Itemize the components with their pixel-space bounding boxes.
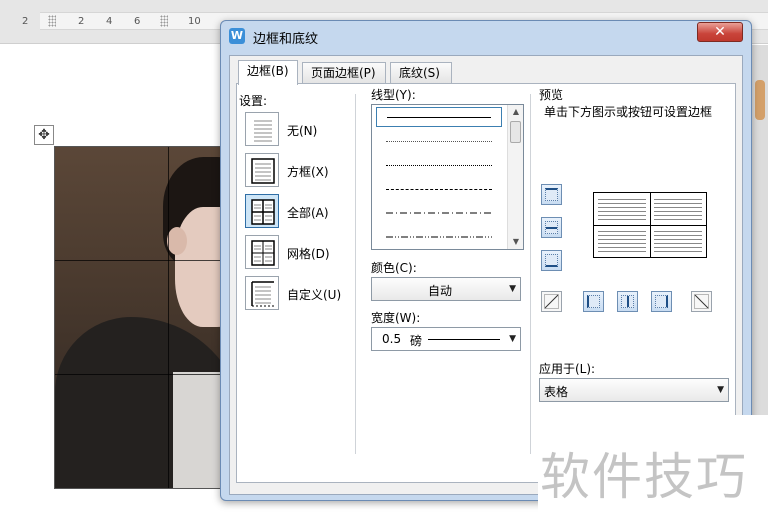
line-option-dash-dot-dot[interactable] <box>376 228 502 248</box>
setting-label: 方框(X) <box>287 165 329 179</box>
scroll-up-icon[interactable]: ▲ <box>508 105 523 119</box>
right-border-icon <box>655 295 668 308</box>
ruler-number: 2 <box>22 16 29 27</box>
diagonal-down-button[interactable] <box>541 291 562 312</box>
right-border-button[interactable] <box>651 291 672 312</box>
preview-label: 预览 <box>539 88 564 102</box>
wps-app-icon: W <box>229 28 245 44</box>
ruler-number: 10 <box>188 16 201 27</box>
line-option-dash-dot[interactable] <box>376 204 502 224</box>
custom-border-icon <box>245 276 279 310</box>
all-borders-icon <box>245 194 279 228</box>
preview-text-lines <box>654 231 702 253</box>
tab-shading[interactable]: 底纹(S) <box>390 62 452 84</box>
ruler-number: 2 <box>78 16 85 27</box>
setting-custom[interactable]: 自定义(U) <box>245 276 350 312</box>
diagonal-down-icon <box>694 294 709 309</box>
setting-label: 全部(A) <box>287 206 329 220</box>
chevron-down-icon: ▼ <box>509 334 516 344</box>
scroll-thumb[interactable] <box>510 121 521 143</box>
width-dropdown[interactable]: 0.5 磅 ▼ <box>371 327 521 351</box>
dialog-titlebar[interactable]: W 边框和底纹 ✕ <box>221 21 751 51</box>
top-border-icon <box>545 188 558 201</box>
preview-text-lines <box>598 199 646 221</box>
setting-grid[interactable]: 网格(D) <box>245 235 350 271</box>
inside-horizontal-border-button[interactable] <box>541 217 562 238</box>
column-divider <box>530 94 531 454</box>
table-gridline <box>55 374 223 375</box>
line-option-dotted-fine[interactable] <box>376 132 502 152</box>
line-style-label: 线型(Y): <box>371 88 416 102</box>
setting-label: 无(N) <box>287 124 318 138</box>
apply-to-value: 表格 <box>544 385 569 399</box>
apply-to-dropdown[interactable]: 表格 ▼ <box>539 378 729 402</box>
photo-shirt-shape <box>173 372 223 488</box>
line-option-solid[interactable] <box>376 107 502 127</box>
setting-none[interactable]: 无(N) <box>245 112 350 148</box>
tab-borders[interactable]: 边框(B) <box>238 60 298 85</box>
box-border-icon <box>245 153 279 187</box>
scroll-down-icon[interactable]: ▼ <box>508 235 523 249</box>
table-move-handle-icon[interactable]: ✥ <box>34 125 54 145</box>
column-divider <box>355 94 356 454</box>
photo-ear-shape <box>167 227 187 255</box>
preview-horizontal-line <box>594 225 706 226</box>
setting-box[interactable]: 方框(X) <box>245 153 350 189</box>
border-preview[interactable] <box>593 192 707 258</box>
chevron-down-icon: ▼ <box>509 284 516 294</box>
width-unit: 磅 <box>410 334 423 348</box>
tab-page-border[interactable]: 页面边框(P) <box>302 62 386 84</box>
scroll-thumb[interactable] <box>755 80 765 120</box>
dialog-title: 边框和底纹 <box>253 32 319 47</box>
width-label: 宽度(W): <box>371 311 421 325</box>
setting-label: 自定义(U) <box>287 288 342 302</box>
left-border-icon <box>587 295 600 308</box>
diagonal-up-icon <box>544 294 559 309</box>
inside-horizontal-border-icon <box>545 221 558 234</box>
grid-border-icon <box>245 235 279 269</box>
apply-to-label: 应用于(L): <box>539 362 596 376</box>
setting-label: 网格(D) <box>287 247 330 261</box>
width-value: 0.5 <box>382 332 402 346</box>
line-option-dotted[interactable] <box>376 156 502 176</box>
top-border-button[interactable] <box>541 184 562 205</box>
bottom-border-icon <box>545 254 558 267</box>
preview-text-lines <box>654 199 702 221</box>
line-style-list[interactable]: ▲ ▼ <box>371 104 524 250</box>
settings-label: 设置: <box>239 94 268 108</box>
ruler-grip-icon[interactable] <box>160 15 168 27</box>
preview-text-lines <box>598 231 646 253</box>
setting-all[interactable]: 全部(A) <box>245 194 350 230</box>
chevron-down-icon: ▼ <box>717 385 724 395</box>
table-photo-image <box>54 146 224 489</box>
diagonal-up-button[interactable] <box>691 291 712 312</box>
table-gridline <box>55 260 223 261</box>
ruler-grip-icon[interactable] <box>48 15 56 27</box>
left-border-button[interactable] <box>583 291 604 312</box>
table-gridline <box>168 147 169 488</box>
width-line-sample <box>428 339 500 340</box>
close-icon: ✕ <box>714 24 726 40</box>
line-list-scrollbar[interactable]: ▲ ▼ <box>507 105 523 249</box>
watermark-text: 软件技巧 <box>540 448 748 506</box>
close-button[interactable]: ✕ <box>697 22 743 42</box>
ruler-number: 6 <box>134 16 141 27</box>
preview-hint: 单击下方图示或按钮可设置边框 <box>544 105 713 119</box>
color-label: 颜色(C): <box>371 261 417 275</box>
inside-vertical-border-icon <box>621 295 634 308</box>
ruler-number: 4 <box>106 16 113 27</box>
bottom-border-button[interactable] <box>541 250 562 271</box>
photo-face-shape <box>175 207 223 327</box>
color-dropdown[interactable]: 自动 ▼ <box>371 277 521 301</box>
color-value: 自动 <box>428 284 453 298</box>
inside-vertical-border-button[interactable] <box>617 291 638 312</box>
none-border-icon <box>245 112 279 146</box>
line-option-dashed[interactable] <box>376 180 502 200</box>
